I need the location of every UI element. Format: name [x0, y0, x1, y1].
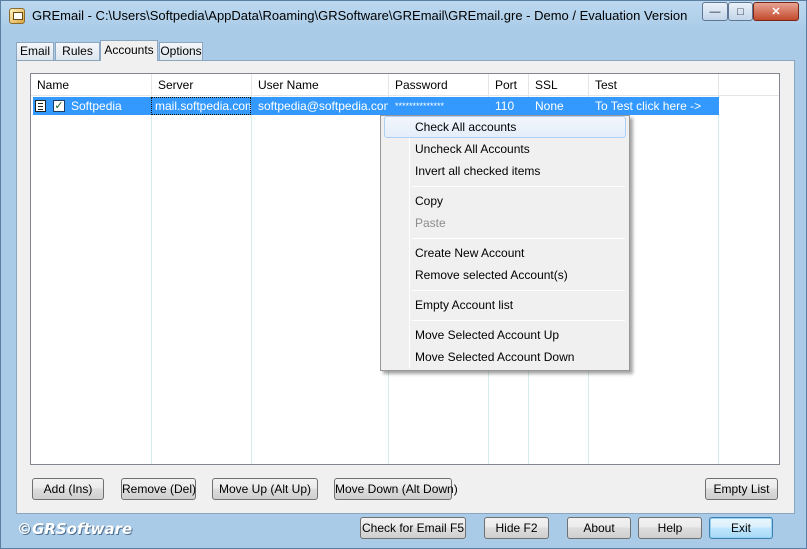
grid-line	[151, 96, 152, 464]
check-email-button[interactable]: Check for Email F5	[360, 517, 466, 539]
remove-account-button[interactable]: Remove (Del)	[121, 478, 196, 500]
tab-email[interactable]: Email	[16, 42, 54, 60]
column-header-ssl[interactable]: SSL	[529, 74, 589, 96]
menu-item-copy[interactable]: Copy	[384, 190, 626, 212]
close-button[interactable]: ✕	[753, 2, 799, 21]
column-header-port[interactable]: Port	[489, 74, 529, 96]
menu-separator	[412, 238, 625, 239]
menu-item-paste: Paste	[415, 216, 446, 230]
column-header-password[interactable]: Password	[389, 74, 489, 96]
column-header-server[interactable]: Server	[152, 74, 252, 96]
about-button[interactable]: About	[567, 517, 631, 539]
cell-port: 110	[495, 99, 515, 113]
grid-line	[251, 96, 252, 464]
menu-item-remove-account[interactable]: Remove selected Account(s)	[384, 264, 626, 286]
account-checkbox[interactable]: ✓	[53, 100, 65, 112]
menu-separator	[412, 290, 625, 291]
tab-rules[interactable]: Rules	[55, 42, 100, 60]
cell-name: Softpedia	[71, 99, 122, 113]
app-window: GREmail - C:\Users\Softpedia\AppData\Roa…	[0, 0, 807, 549]
cell-ssl: None	[535, 99, 564, 113]
account-icon	[35, 100, 46, 112]
maximize-button[interactable]: □	[728, 2, 753, 21]
cell-user-name: softpedia@softpedia.com	[258, 99, 388, 113]
add-account-button[interactable]: Add (Ins)	[32, 478, 104, 500]
help-button[interactable]: Help	[638, 517, 702, 539]
column-header-user-name[interactable]: User Name	[252, 74, 389, 96]
exit-button[interactable]: Exit	[709, 517, 773, 539]
app-icon[interactable]	[9, 8, 25, 24]
brand-logo: ©GRSoftware	[17, 520, 133, 538]
menu-separator	[412, 186, 625, 187]
menu-item-invert-checked[interactable]: Invert all checked items	[384, 160, 626, 182]
menu-item-check-all[interactable]: Check All accounts	[384, 116, 626, 138]
grid-line	[718, 96, 719, 464]
cell-server: mail.softpedia.com	[151, 97, 251, 115]
column-header-name[interactable]: Name	[31, 74, 152, 96]
column-header-test[interactable]: Test	[589, 74, 719, 96]
cell-test-link[interactable]: To Test click here ->	[591, 97, 719, 115]
menu-item-uncheck-all[interactable]: Uncheck All Accounts	[384, 138, 626, 160]
list-header: Name Server User Name Password Port SSL …	[31, 74, 779, 96]
title-bar[interactable]: GREmail - C:\Users\Softpedia\AppData\Roa…	[1, 1, 806, 31]
cell-password: **************	[395, 101, 445, 111]
menu-item-create-account[interactable]: Create New Account	[384, 242, 626, 264]
menu-item-empty-list[interactable]: Empty Account list	[384, 294, 626, 316]
tab-accounts[interactable]: Accounts	[100, 40, 158, 61]
move-down-button[interactable]: Move Down (Alt Down)	[334, 478, 458, 500]
empty-list-button[interactable]: Empty List	[705, 478, 778, 500]
table-row[interactable]: ✓ Softpedia mail.softpedia.com softpedia…	[33, 97, 719, 115]
hide-button[interactable]: Hide F2	[484, 517, 549, 539]
menu-item-move-up[interactable]: Move Selected Account Up	[384, 324, 626, 346]
tab-options[interactable]: Options	[159, 42, 203, 60]
menu-item-move-down[interactable]: Move Selected Account Down	[384, 346, 626, 368]
menu-separator	[412, 320, 625, 321]
context-menu: Check All accounts Uncheck All Accounts …	[380, 115, 630, 371]
window-title: GREmail - C:\Users\Softpedia\AppData\Roa…	[32, 8, 688, 23]
minimize-button[interactable]: —	[702, 2, 728, 21]
move-up-button[interactable]: Move Up (Alt Up)	[212, 478, 318, 500]
